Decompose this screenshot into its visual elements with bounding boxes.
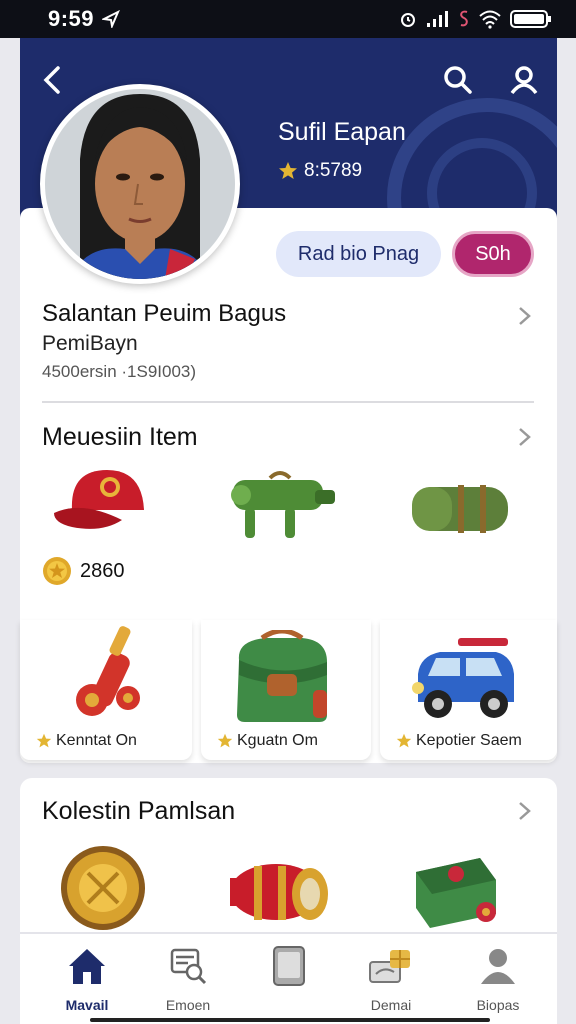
nav-item-home[interactable]: Mavail [39, 944, 135, 1013]
sleeping-bag-item-icon[interactable] [408, 475, 513, 540]
star-icon [36, 733, 52, 748]
secondary-action-button[interactable]: S0h [452, 231, 534, 277]
star-icon [217, 733, 233, 748]
lunchbox-item-icon[interactable] [410, 852, 502, 932]
chevron-right-icon[interactable] [514, 306, 534, 326]
chevron-right-icon[interactable] [514, 427, 534, 447]
coin-icon [43, 557, 71, 585]
info-title[interactable]: Salantan Peuim Bagus [42, 300, 286, 328]
status-time-text: 9:59 [48, 6, 95, 31]
signal-icon [427, 11, 448, 27]
nav-label: Emoen [165, 997, 211, 1013]
profile-icon [481, 949, 515, 984]
profile-score-value: 8:5789 [304, 160, 363, 181]
star-icon [396, 733, 412, 748]
nav-item-device[interactable] [241, 944, 337, 997]
star-icon [279, 162, 297, 179]
avatar-portrait [45, 89, 235, 279]
item-tile[interactable]: Kepotier Saem [380, 620, 557, 760]
home-icon [69, 949, 105, 984]
profile-score: 8:5789 [278, 160, 362, 182]
nav-item-search[interactable]: Emoen [140, 944, 236, 1013]
sim-icon [460, 10, 468, 27]
item-tile[interactable]: Kenntat On [20, 620, 192, 760]
primary-action-button[interactable]: Rad bio Pnag [276, 231, 441, 277]
status-time: 9:59 [48, 6, 120, 32]
item-tile-text: Kenntat On [56, 732, 137, 749]
collection-title: Kolestin Pamlsan [42, 797, 236, 825]
search-icon [444, 66, 472, 94]
home-indicator[interactable] [90, 1018, 490, 1022]
item-tile-label: Kepotier Saem [396, 732, 522, 750]
item-tile-label: Kenntat On [36, 732, 137, 750]
info-subtitle: PemiBayn [42, 332, 138, 355]
status-icons [398, 9, 552, 29]
item-tile-text: Kguatn Om [237, 732, 318, 749]
cannon-item-icon[interactable] [225, 470, 340, 550]
chevron-right-icon[interactable] [514, 801, 534, 821]
nav-label: Biopas [476, 997, 520, 1013]
back-button[interactable] [30, 58, 74, 102]
avatar [40, 84, 240, 284]
divider [42, 401, 534, 403]
info-meta: 4500ersin ·1S9I003) [42, 362, 197, 381]
alarm-icon [401, 13, 415, 27]
status-bar: 9:59 [0, 0, 576, 38]
search-list-icon [170, 948, 207, 985]
coin-value: 2860 [80, 559, 125, 582]
items-section-title: Meuesiin Item [42, 423, 198, 451]
coin-balance: 2860 [42, 556, 125, 586]
tablet-icon [273, 946, 305, 986]
battery-icon [510, 10, 551, 28]
nav-label: Demai [370, 997, 412, 1013]
nav-label: Mavail [65, 997, 109, 1013]
user-icon [510, 66, 538, 95]
back-arrow-icon [43, 66, 60, 94]
account-button[interactable] [502, 58, 546, 102]
item-tile-label: Kguatn Om [217, 732, 318, 750]
fire-extinguisher-item-icon [76, 626, 140, 716]
item-tile[interactable]: Kguatn Om [201, 620, 371, 760]
profile-name: Sufil Eapan [278, 118, 406, 146]
item-tile-text: Kepotier Saem [416, 732, 522, 749]
backpack-item-icon [237, 630, 327, 722]
drum-item-icon[interactable] [226, 854, 332, 930]
nav-item-gifts[interactable]: Demai [343, 944, 439, 1013]
cap-item-icon[interactable] [52, 465, 162, 535]
gift-icon [369, 950, 410, 983]
wifi-icon [479, 10, 501, 29]
search-button[interactable] [436, 58, 480, 102]
medal-item-icon[interactable] [58, 843, 148, 933]
navigation-icon [102, 10, 120, 28]
toy-car-item-icon [412, 638, 514, 718]
bottom-navigation: Mavail Emoen Demai Biopas [20, 932, 557, 1024]
nav-item-profile[interactable]: Biopas [450, 944, 546, 1013]
